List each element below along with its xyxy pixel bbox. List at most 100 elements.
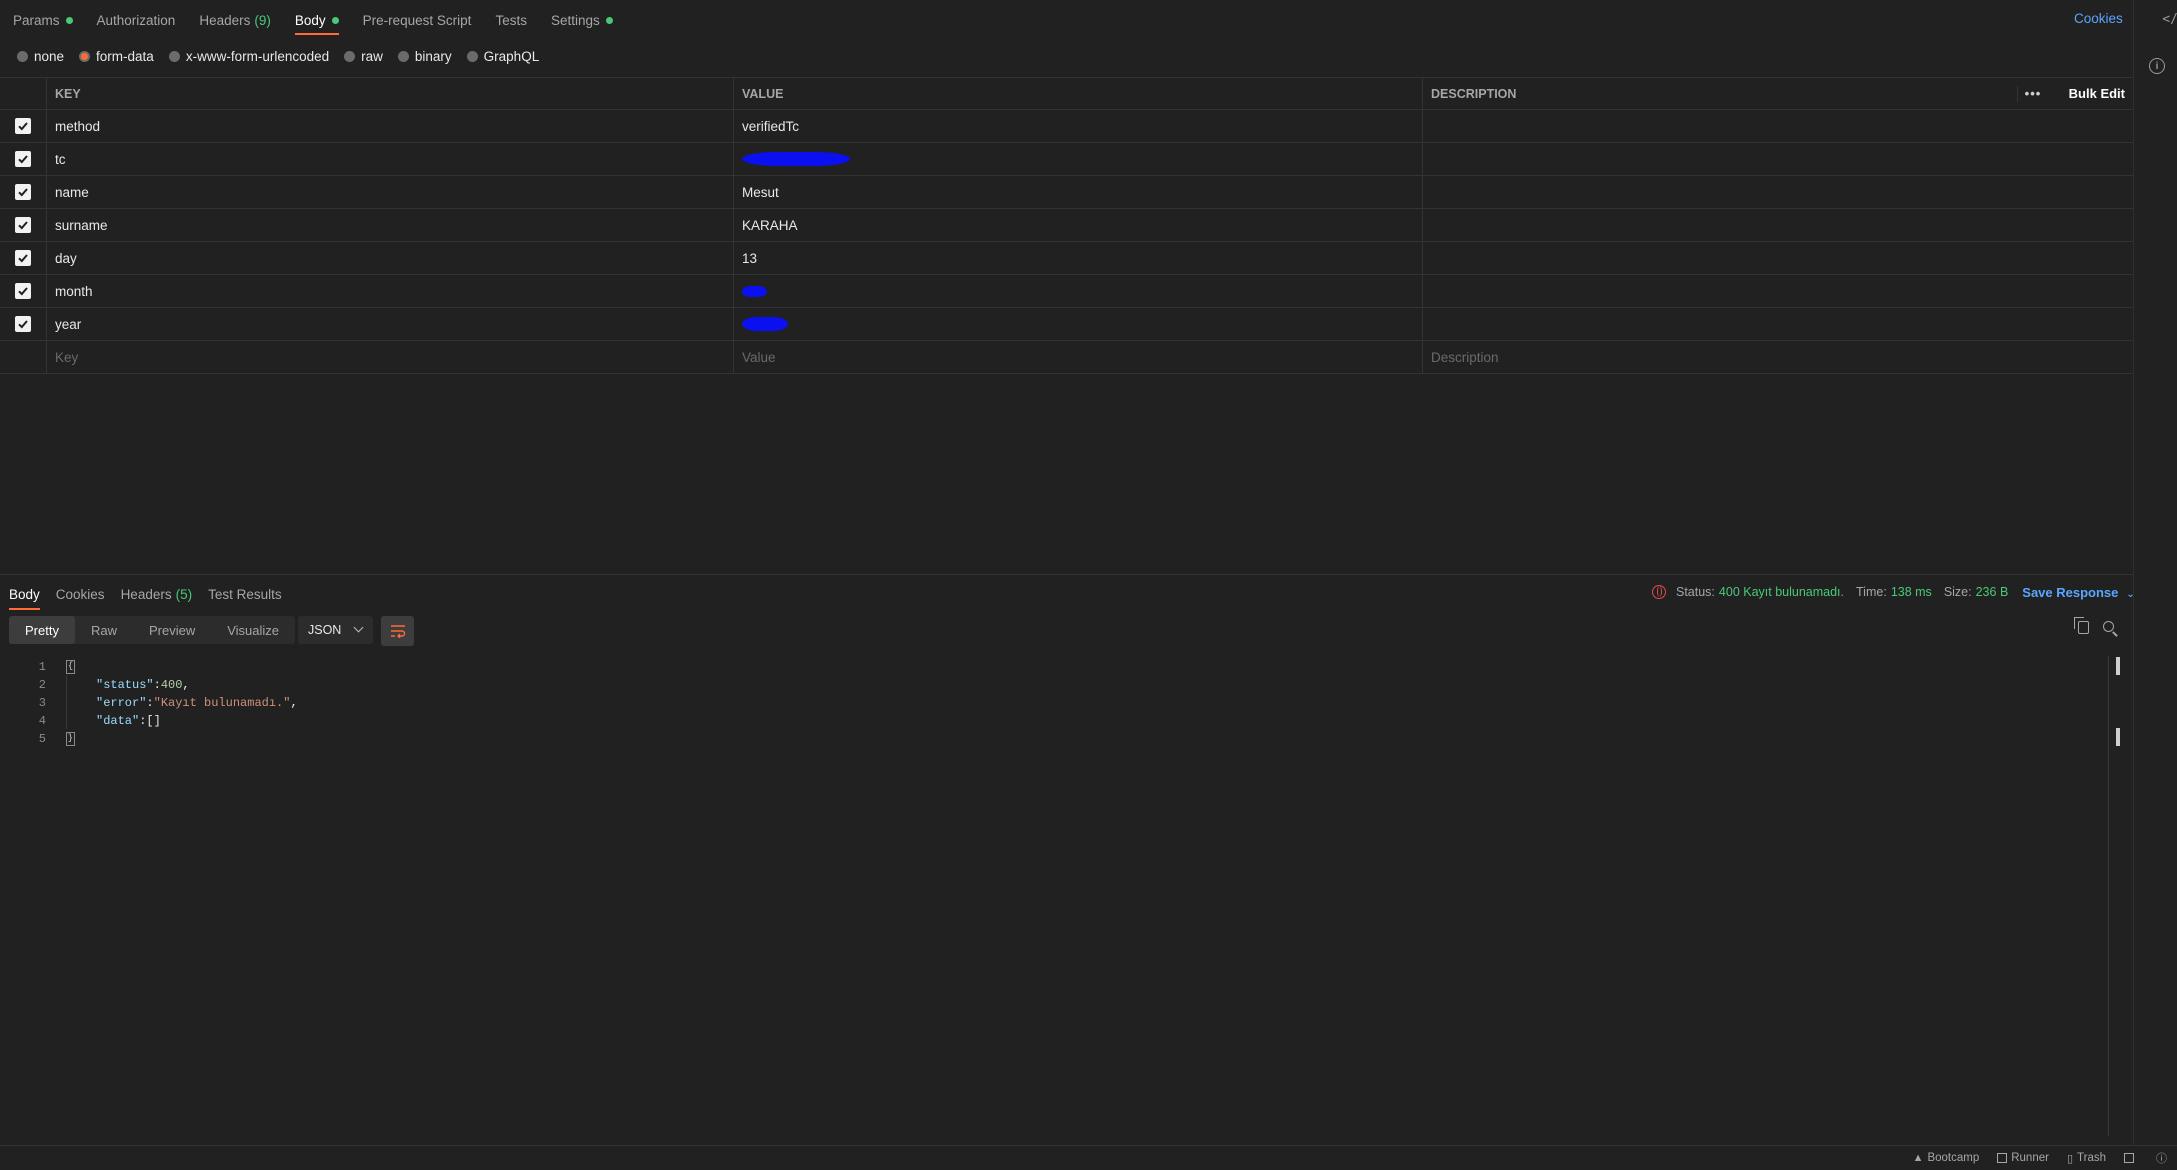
table-row: month <box>0 275 2133 308</box>
headers-count: (9) <box>254 12 271 28</box>
row-checkbox[interactable] <box>15 118 31 134</box>
network-globe-icon[interactable] <box>1652 585 1666 599</box>
redacted-value <box>742 317 788 331</box>
bootcamp-button[interactable]: ▲ Bootcamp <box>1913 1152 1980 1164</box>
row-key[interactable]: surname <box>47 209 734 241</box>
row-key[interactable]: name <box>47 176 734 208</box>
row-description[interactable] <box>1423 242 2133 274</box>
radio-icon <box>17 50 28 62</box>
body-type-binary[interactable]: binary <box>397 49 452 64</box>
layout-toggle-button[interactable] <box>2124 1153 2138 1163</box>
response-tab-headers[interactable]: Headers (5) <box>121 580 193 608</box>
tab-settings[interactable]: Settings <box>551 0 613 40</box>
format-preview-button[interactable]: Preview <box>133 616 211 644</box>
response-status-bar: Status: 400 Kayıt bulunamadı. Time: 138 … <box>1652 582 2135 602</box>
editor-scroll-track[interactable] <box>2108 656 2109 1136</box>
response-tab-body[interactable]: Body <box>9 580 40 610</box>
trash-button[interactable]: ▯ Trash <box>2067 1152 2106 1165</box>
table-row: day 13 <box>0 242 2133 275</box>
tab-pre-request-script[interactable]: Pre-request Script <box>363 0 472 40</box>
body-type-raw[interactable]: raw <box>344 49 383 64</box>
tab-tests[interactable]: Tests <box>495 0 527 40</box>
row-value[interactable]: 13 <box>734 242 1423 274</box>
row-checkbox-cell <box>0 110 47 142</box>
row-checkbox-cell <box>0 308 47 340</box>
code-snippet-icon[interactable]: </> <box>2162 10 2177 30</box>
time-item[interactable]: Time: 138 ms <box>1856 585 1932 599</box>
response-headers-count: (5) <box>175 586 193 602</box>
column-header-description: DESCRIPTION ••• Bulk Edit <box>1423 78 2133 109</box>
status-item[interactable]: Status: 400 Kayıt bulunamadı. <box>1676 585 1844 599</box>
body-type-form-data[interactable]: form-data <box>79 49 154 64</box>
response-body-viewer[interactable]: 1 { 2 "status": 400, 3 "error": "Kayıt b… <box>30 658 298 748</box>
row-key[interactable]: day <box>47 242 734 274</box>
response-tab-test-results[interactable]: Test Results <box>208 580 282 608</box>
code-line: 3 "error": "Kayıt bulunamadı.", <box>30 694 298 712</box>
right-sidebar: </> i <box>2133 0 2177 1145</box>
fold-close-brace-icon[interactable]: } <box>66 732 75 746</box>
row-checkbox[interactable] <box>15 250 31 266</box>
row-value[interactable]: KARAHA <box>734 209 1423 241</box>
row-checkbox[interactable] <box>15 151 31 167</box>
row-description[interactable] <box>1423 275 2133 307</box>
row-checkbox[interactable] <box>15 316 31 332</box>
tab-body[interactable]: Body <box>294 0 339 40</box>
row-value[interactable]: verifiedTc <box>734 110 1423 142</box>
status-label: Status: <box>1676 585 1715 599</box>
bootcamp-label: Bootcamp <box>1927 1152 1980 1164</box>
tab-headers[interactable]: Headers (9) <box>199 0 271 40</box>
row-checkbox[interactable] <box>15 283 31 299</box>
row-checkbox[interactable] <box>15 217 31 233</box>
new-value-input[interactable]: Value <box>734 341 1423 373</box>
row-description[interactable] <box>1423 110 2133 142</box>
format-visualize-button[interactable]: Visualize <box>211 616 295 644</box>
cookies-link[interactable]: Cookies <box>2074 11 2123 26</box>
line-number: 2 <box>38 678 46 692</box>
row-value[interactable]: Mesut <box>734 176 1423 208</box>
json-key: "error" <box>96 696 147 710</box>
tab-authorization[interactable]: Authorization <box>97 0 176 40</box>
row-key[interactable]: tc <box>47 143 734 175</box>
new-description-input[interactable]: Description <box>1423 341 2133 373</box>
row-value[interactable] <box>734 143 1423 175</box>
row-description[interactable] <box>1423 176 2133 208</box>
body-type-none[interactable]: none <box>17 49 64 64</box>
size-item[interactable]: Size: 236 B <box>1944 585 2008 599</box>
format-pretty-button[interactable]: Pretty <box>9 616 75 644</box>
row-key[interactable]: year <box>47 308 734 340</box>
json-array: [] <box>146 714 161 728</box>
search-icon[interactable] <box>2103 621 2114 632</box>
fold-open-brace-icon[interactable]: { <box>66 660 75 674</box>
wrap-lines-button[interactable] <box>381 616 414 646</box>
language-select[interactable]: JSON <box>298 616 373 644</box>
response-tab-test-results-label: Test Results <box>208 586 282 602</box>
language-select-value: JSON <box>308 623 342 637</box>
tab-params[interactable]: Params <box>13 0 73 40</box>
body-indicator-dot <box>331 16 339 24</box>
new-key-input[interactable]: Key <box>47 341 734 373</box>
row-checkbox[interactable] <box>15 184 31 200</box>
row-description[interactable] <box>1423 209 2133 241</box>
row-key[interactable]: month <box>47 275 734 307</box>
save-response-button[interactable]: Save Response ⌄ <box>2022 585 2135 600</box>
row-description[interactable] <box>1423 308 2133 340</box>
response-tab-headers-label: Headers <box>120 586 172 602</box>
row-value[interactable] <box>734 275 1423 307</box>
response-tab-cookies[interactable]: Cookies <box>56 580 105 608</box>
response-tab-body-label: Body <box>9 586 40 602</box>
code-line: 4 "data": [] <box>30 712 298 730</box>
row-description[interactable] <box>1423 143 2133 175</box>
row-key[interactable]: method <box>47 110 734 142</box>
scroll-marker <box>2116 657 2120 675</box>
response-divider[interactable] <box>0 574 2133 575</box>
body-type-graphql[interactable]: GraphQL <box>466 49 539 64</box>
runner-button[interactable]: Runner <box>1997 1152 2049 1164</box>
body-type-urlencoded[interactable]: x-www-form-urlencoded <box>168 49 329 64</box>
row-value[interactable] <box>734 308 1423 340</box>
format-raw-button[interactable]: Raw <box>75 616 133 644</box>
more-options-icon[interactable]: ••• <box>2017 86 2048 102</box>
help-button[interactable]: ⓘ <box>2156 1150 2171 1166</box>
copy-icon[interactable] <box>2074 617 2089 634</box>
info-icon[interactable]: i <box>2149 58 2165 74</box>
bulk-edit-button[interactable]: Bulk Edit <box>2069 86 2125 101</box>
